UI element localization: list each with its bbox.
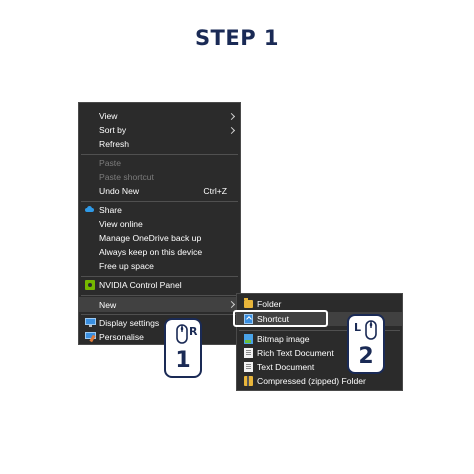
menu-item-share[interactable]: Share [79, 203, 240, 217]
desktop-context-menu: View Sort by Refresh Paste Paste shortcu… [78, 102, 241, 345]
menu-item-shortcut: Ctrl+Z [203, 186, 227, 196]
menu-item-label: Paste shortcut [99, 172, 154, 182]
chevron-right-icon [227, 112, 236, 120]
menu-separator [81, 295, 238, 296]
menu-item-manage-onedrive-backup[interactable]: Manage OneDrive back up [79, 231, 240, 245]
menu-item-label: Paste [99, 158, 121, 168]
submenu-item-folder[interactable]: Folder [237, 297, 402, 311]
menu-item-label: Display settings [99, 318, 160, 328]
menu-item-view-online[interactable]: View online [79, 217, 240, 231]
onedrive-cloud-icon [84, 206, 94, 212]
menu-separator [81, 276, 238, 277]
mouse-button-label: R [189, 325, 198, 338]
personalise-icon [85, 332, 96, 343]
menu-item-sort-by[interactable]: Sort by [79, 123, 240, 137]
zip-folder-icon [244, 376, 253, 386]
chevron-right-icon [227, 126, 236, 134]
menu-item-label: Refresh [99, 139, 130, 149]
bitmap-icon [244, 334, 253, 344]
menu-item-refresh[interactable]: Refresh [79, 137, 240, 151]
step-number: 2 [358, 344, 374, 369]
menu-item-paste: Paste [79, 156, 240, 170]
submenu-item-label: Text Document [257, 362, 315, 372]
menu-item-paste-shortcut: Paste shortcut [79, 170, 240, 184]
menu-item-nvidia-control-panel[interactable]: NVIDIA Control Panel [79, 278, 240, 292]
menu-item-label: Share [99, 205, 122, 215]
menu-separator [81, 201, 238, 202]
callout-step-1-right-click: R 1 [164, 318, 202, 378]
menu-item-personalise[interactable]: Personalise [79, 330, 240, 344]
menu-separator [81, 314, 238, 315]
submenu-item-label: Rich Text Document [257, 348, 334, 358]
document-icon [244, 348, 253, 358]
menu-item-label: Always keep on this device [99, 247, 203, 257]
menu-item-label: NVIDIA Control Panel [99, 280, 182, 290]
menu-item-new[interactable]: New [79, 297, 240, 312]
menu-item-label: View [99, 111, 118, 121]
menu-item-label: Free up space [99, 261, 154, 271]
chevron-right-icon [227, 300, 236, 309]
menu-item-view[interactable]: View [79, 109, 240, 123]
menu-item-label: Sort by [99, 125, 127, 135]
menu-item-label: Undo New [99, 186, 140, 196]
menu-item-display-settings[interactable]: Display settings [79, 316, 240, 330]
step-number: 1 [175, 348, 191, 373]
folder-icon [244, 298, 253, 308]
shortcut-highlight-box [233, 310, 328, 327]
display-settings-icon [85, 318, 96, 327]
menu-separator [81, 154, 238, 155]
menu-item-undo-new[interactable]: Undo New Ctrl+Z [79, 184, 240, 198]
menu-item-label: New [99, 299, 117, 310]
menu-item-always-keep-on-device[interactable]: Always keep on this device [79, 245, 240, 259]
submenu-item-compressed-folder[interactable]: Compressed (zipped) Folder [237, 374, 402, 388]
submenu-item-label: Bitmap image [257, 334, 310, 344]
submenu-item-label: Folder [257, 299, 282, 309]
step-title: STEP 1 [194, 26, 280, 50]
menu-item-label: View online [99, 219, 143, 229]
document-icon [244, 362, 253, 372]
nvidia-icon [85, 280, 95, 290]
mouse-button-label: L [354, 321, 362, 334]
callout-step-2-left-click: L 2 [347, 314, 385, 374]
menu-item-label: Personalise [99, 332, 144, 342]
submenu-item-label: Compressed (zipped) Folder [257, 376, 366, 386]
menu-item-free-up-space[interactable]: Free up space [79, 259, 240, 273]
mouse-right-click-icon [176, 324, 188, 344]
menu-item-label: Manage OneDrive back up [99, 233, 202, 243]
mouse-left-click-icon [365, 320, 377, 340]
